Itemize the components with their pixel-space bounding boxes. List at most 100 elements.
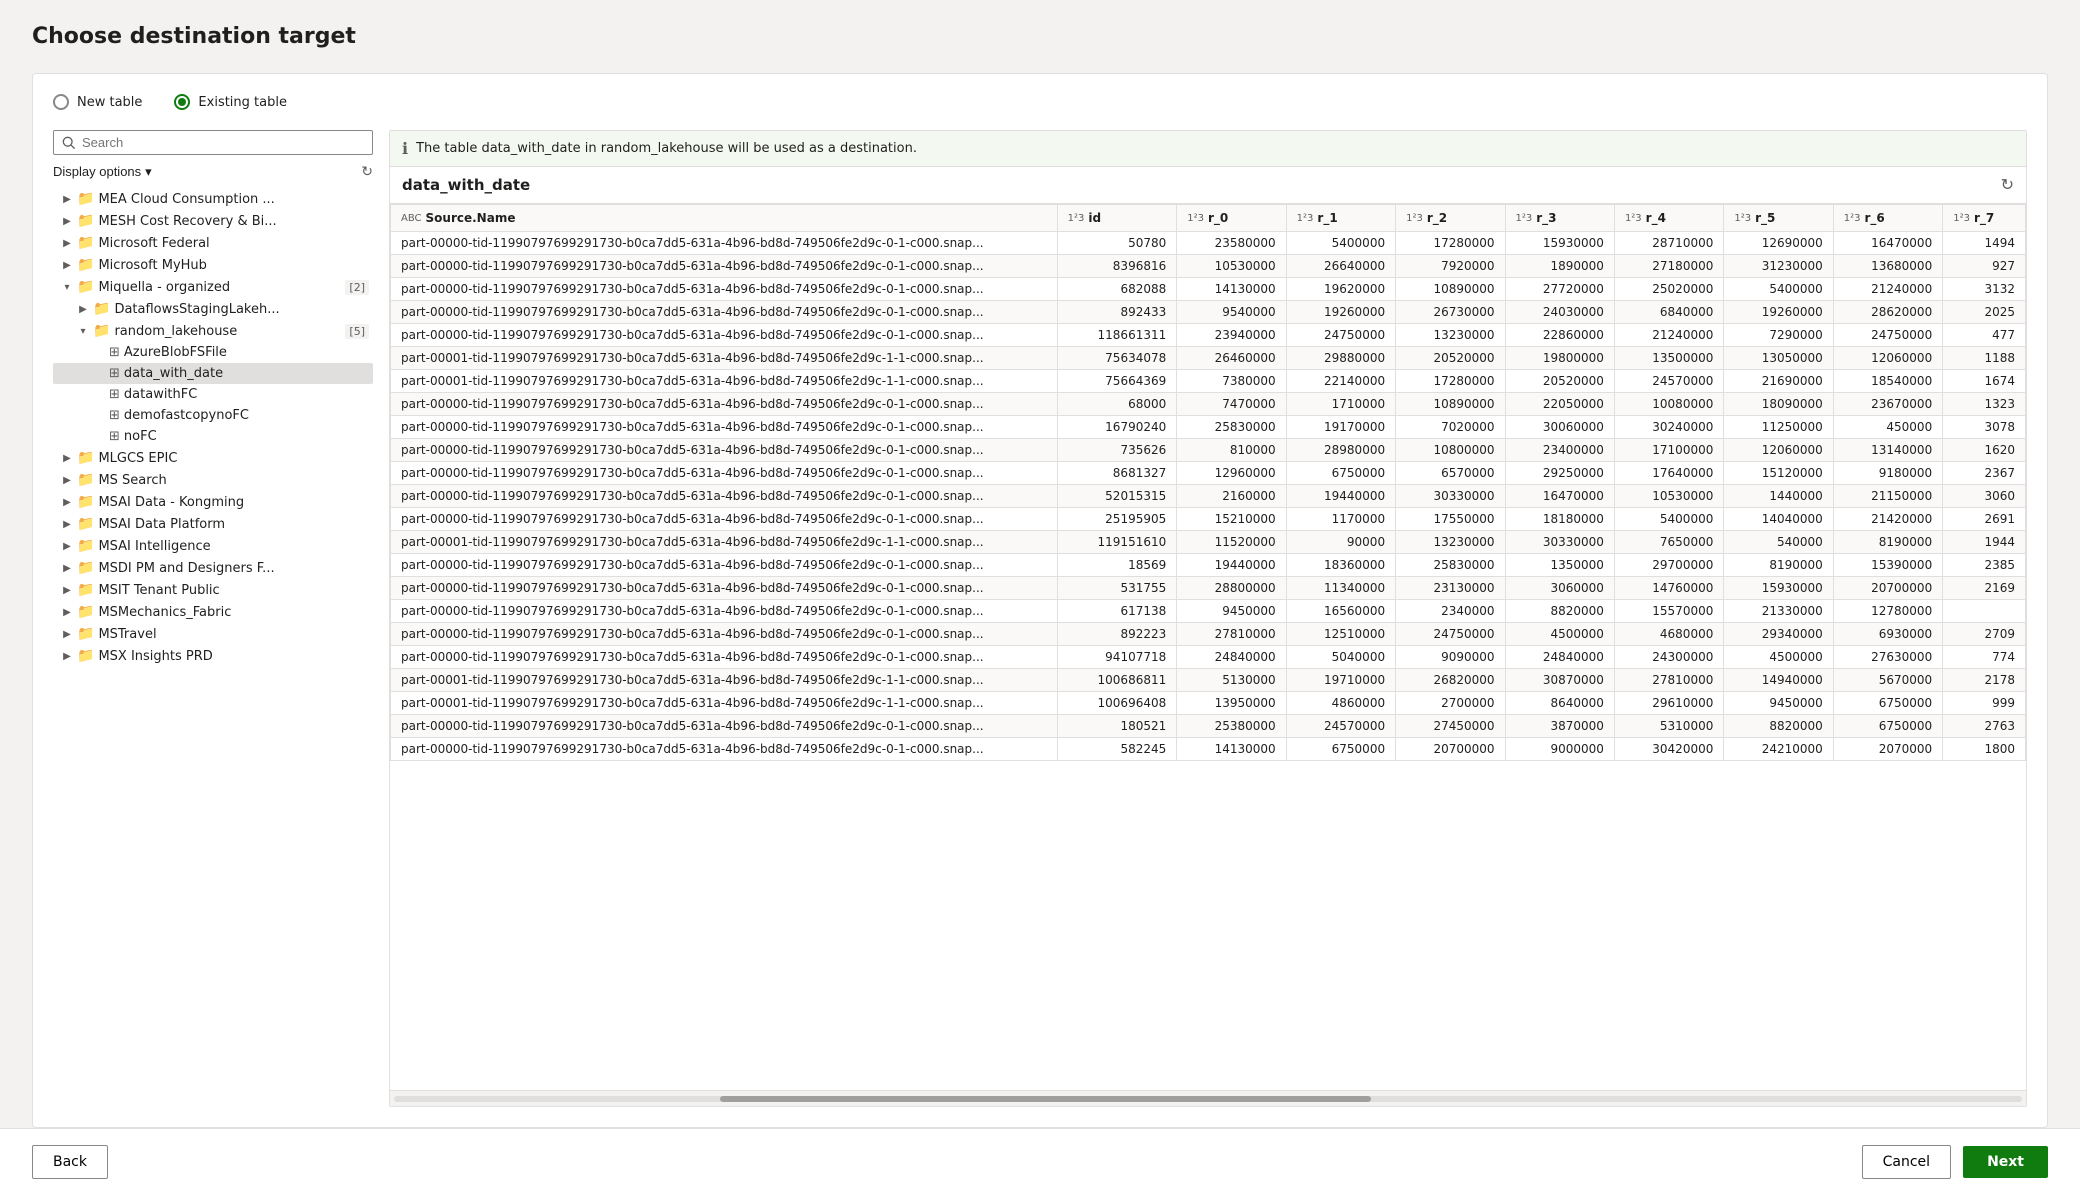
- new-table-option[interactable]: New table: [53, 94, 142, 110]
- table-cell: 21240000: [1833, 278, 1942, 301]
- table-cell: 1350000: [1505, 554, 1614, 577]
- table-cell: 5670000: [1833, 669, 1942, 692]
- tree-item-label: MSDI PM and Designers F...: [98, 561, 369, 576]
- refresh-tree-button[interactable]: ↻: [361, 163, 373, 180]
- table-cell: 19800000: [1505, 347, 1614, 370]
- table-cell: 5400000: [1286, 232, 1395, 255]
- table-cell: 21690000: [1724, 370, 1833, 393]
- tree-item-label: random_lakehouse: [114, 324, 341, 339]
- chevron-right-icon: ▶: [61, 519, 73, 530]
- table-cell: 8640000: [1505, 692, 1614, 715]
- table-cell: part-00001-tid-11990797699291730-b0ca7dd…: [391, 370, 1058, 393]
- display-options-button[interactable]: Display options ▾: [53, 164, 152, 180]
- tree-item-label: MEA Cloud Consumption ...: [98, 192, 369, 207]
- tree-item-msx[interactable]: ▶📁MSX Insights PRD: [53, 645, 373, 667]
- table-cell: 2385: [1943, 554, 2026, 577]
- table-cell: 23940000: [1177, 324, 1286, 347]
- tree-item-label: MSTravel: [98, 627, 369, 642]
- tree-item-miquella[interactable]: ▾📁Miquella - organized[2]: [53, 276, 373, 298]
- chevron-down-icon: ▾: [61, 282, 73, 293]
- tree-item-nofc[interactable]: ⊞noFC: [53, 426, 373, 447]
- table-cell: 27720000: [1505, 278, 1614, 301]
- table-row: part-00000-tid-11990797699291730-b0ca7dd…: [391, 416, 2026, 439]
- tree-item-mstravel[interactable]: ▶📁MSTravel: [53, 623, 373, 645]
- table-cell: 927: [1943, 255, 2026, 278]
- table-cell: 2340000: [1396, 600, 1505, 623]
- tree-item-mssearch[interactable]: ▶📁MS Search: [53, 469, 373, 491]
- refresh-table-button[interactable]: ↻: [2001, 175, 2014, 195]
- table-cell: 24840000: [1505, 646, 1614, 669]
- table-cell: 24030000: [1505, 301, 1614, 324]
- tree-item-msai_platform[interactable]: ▶📁MSAI Data Platform: [53, 513, 373, 535]
- new-table-radio[interactable]: [53, 94, 69, 110]
- table-row: part-00001-tid-11990797699291730-b0ca7dd…: [391, 692, 2026, 715]
- tree-item-azureblob[interactable]: ⊞AzureBlobFSFile: [53, 342, 373, 363]
- data-table-wrapper[interactable]: ABCSource.Name1²3id1²3r_01²3r_11²3r_21²3…: [390, 204, 2026, 1090]
- tree-item-label: DataflowsStagingLakeh...: [114, 302, 369, 317]
- table-cell: 10530000: [1177, 255, 1286, 278]
- tree-item-msai_kongming[interactable]: ▶📁MSAI Data - Kongming: [53, 491, 373, 513]
- tree-item-label: noFC: [124, 429, 369, 444]
- table-cell: 540000: [1724, 531, 1833, 554]
- tree-item-label: Miquella - organized: [98, 280, 341, 295]
- col-header-r_5: 1²3r_5: [1724, 205, 1833, 232]
- tree-item-msmechanics[interactable]: ▶📁MSMechanics_Fabric: [53, 601, 373, 623]
- table-cell: 4680000: [1614, 623, 1723, 646]
- table-cell: 50780: [1057, 232, 1177, 255]
- tree-item-msai_intelligence[interactable]: ▶📁MSAI Intelligence: [53, 535, 373, 557]
- tree-item-mesh[interactable]: ▶📁MESH Cost Recovery & Bi...: [53, 210, 373, 232]
- display-options-row: Display options ▾ ↻: [53, 163, 373, 180]
- table-cell: 26820000: [1396, 669, 1505, 692]
- back-button[interactable]: Back: [32, 1145, 108, 1179]
- tree-container[interactable]: ▶📁MEA Cloud Consumption ...▶📁MESH Cost R…: [53, 188, 373, 1107]
- tree-item-data_with_date[interactable]: ⊞data_with_date: [53, 363, 373, 384]
- table-cell: 1188: [1943, 347, 2026, 370]
- tree-item-msit[interactable]: ▶📁MSIT Tenant Public: [53, 579, 373, 601]
- table-row: part-00000-tid-11990797699291730-b0ca7dd…: [391, 738, 2026, 761]
- table-cell: 20700000: [1833, 577, 1942, 600]
- tree-item-label: AzureBlobFSFile: [124, 345, 369, 360]
- search-input[interactable]: [82, 135, 364, 150]
- table-cell: 3060: [1943, 485, 2026, 508]
- table-cell: 8820000: [1724, 715, 1833, 738]
- tree-item-msfederal[interactable]: ▶📁Microsoft Federal: [53, 232, 373, 254]
- table-cell: 999: [1943, 692, 2026, 715]
- table-cell: 2025: [1943, 301, 2026, 324]
- chevron-down-icon: ▾: [77, 326, 89, 337]
- table-cell: 1710000: [1286, 393, 1395, 416]
- table-cell: 28980000: [1286, 439, 1395, 462]
- table-cell: 5400000: [1724, 278, 1833, 301]
- table-cell: 18360000: [1286, 554, 1395, 577]
- folder-icon: 📁: [77, 582, 94, 598]
- table-icon: ⊞: [109, 366, 120, 381]
- table-cell: 1440000: [1724, 485, 1833, 508]
- tree-item-mlgcs[interactable]: ▶📁MLGCS EPIC: [53, 447, 373, 469]
- tree-item-random_lakehouse[interactable]: ▾📁random_lakehouse[5]: [53, 320, 373, 342]
- tree-item-dataflows[interactable]: ▶📁DataflowsStagingLakeh...: [53, 298, 373, 320]
- table-cell: 13230000: [1396, 531, 1505, 554]
- table-cell: 7020000: [1396, 416, 1505, 439]
- tree-item-mea[interactable]: ▶📁MEA Cloud Consumption ...: [53, 188, 373, 210]
- horizontal-scrollbar[interactable]: [390, 1090, 2026, 1106]
- cancel-button[interactable]: Cancel: [1862, 1145, 1951, 1179]
- table-cell: 2169: [1943, 577, 2026, 600]
- table-cell: 8190000: [1724, 554, 1833, 577]
- tree-item-myhub[interactable]: ▶📁Microsoft MyHub: [53, 254, 373, 276]
- folder-icon: 📁: [77, 516, 94, 532]
- next-button[interactable]: Next: [1963, 1146, 2048, 1178]
- existing-table-option[interactable]: Existing table: [174, 94, 287, 110]
- table-cell: 9000000: [1505, 738, 1614, 761]
- footer-right: Cancel Next: [1862, 1145, 2048, 1179]
- table-cell: 28710000: [1614, 232, 1723, 255]
- table-row: part-00000-tid-11990797699291730-b0ca7dd…: [391, 554, 2026, 577]
- existing-table-radio[interactable]: [174, 94, 190, 110]
- chevron-right-icon: ▶: [61, 453, 73, 464]
- tree-item-demofastcopy[interactable]: ⊞demofastcopynoFC: [53, 405, 373, 426]
- tree-item-msdi[interactable]: ▶📁MSDI PM and Designers F...: [53, 557, 373, 579]
- table-cell: 21150000: [1833, 485, 1942, 508]
- tree-item-datawithfc[interactable]: ⊞datawithFC: [53, 384, 373, 405]
- table-cell: 119151610: [1057, 531, 1177, 554]
- table-cell: 617138: [1057, 600, 1177, 623]
- table-cell: 9450000: [1177, 600, 1286, 623]
- search-box[interactable]: [53, 130, 373, 155]
